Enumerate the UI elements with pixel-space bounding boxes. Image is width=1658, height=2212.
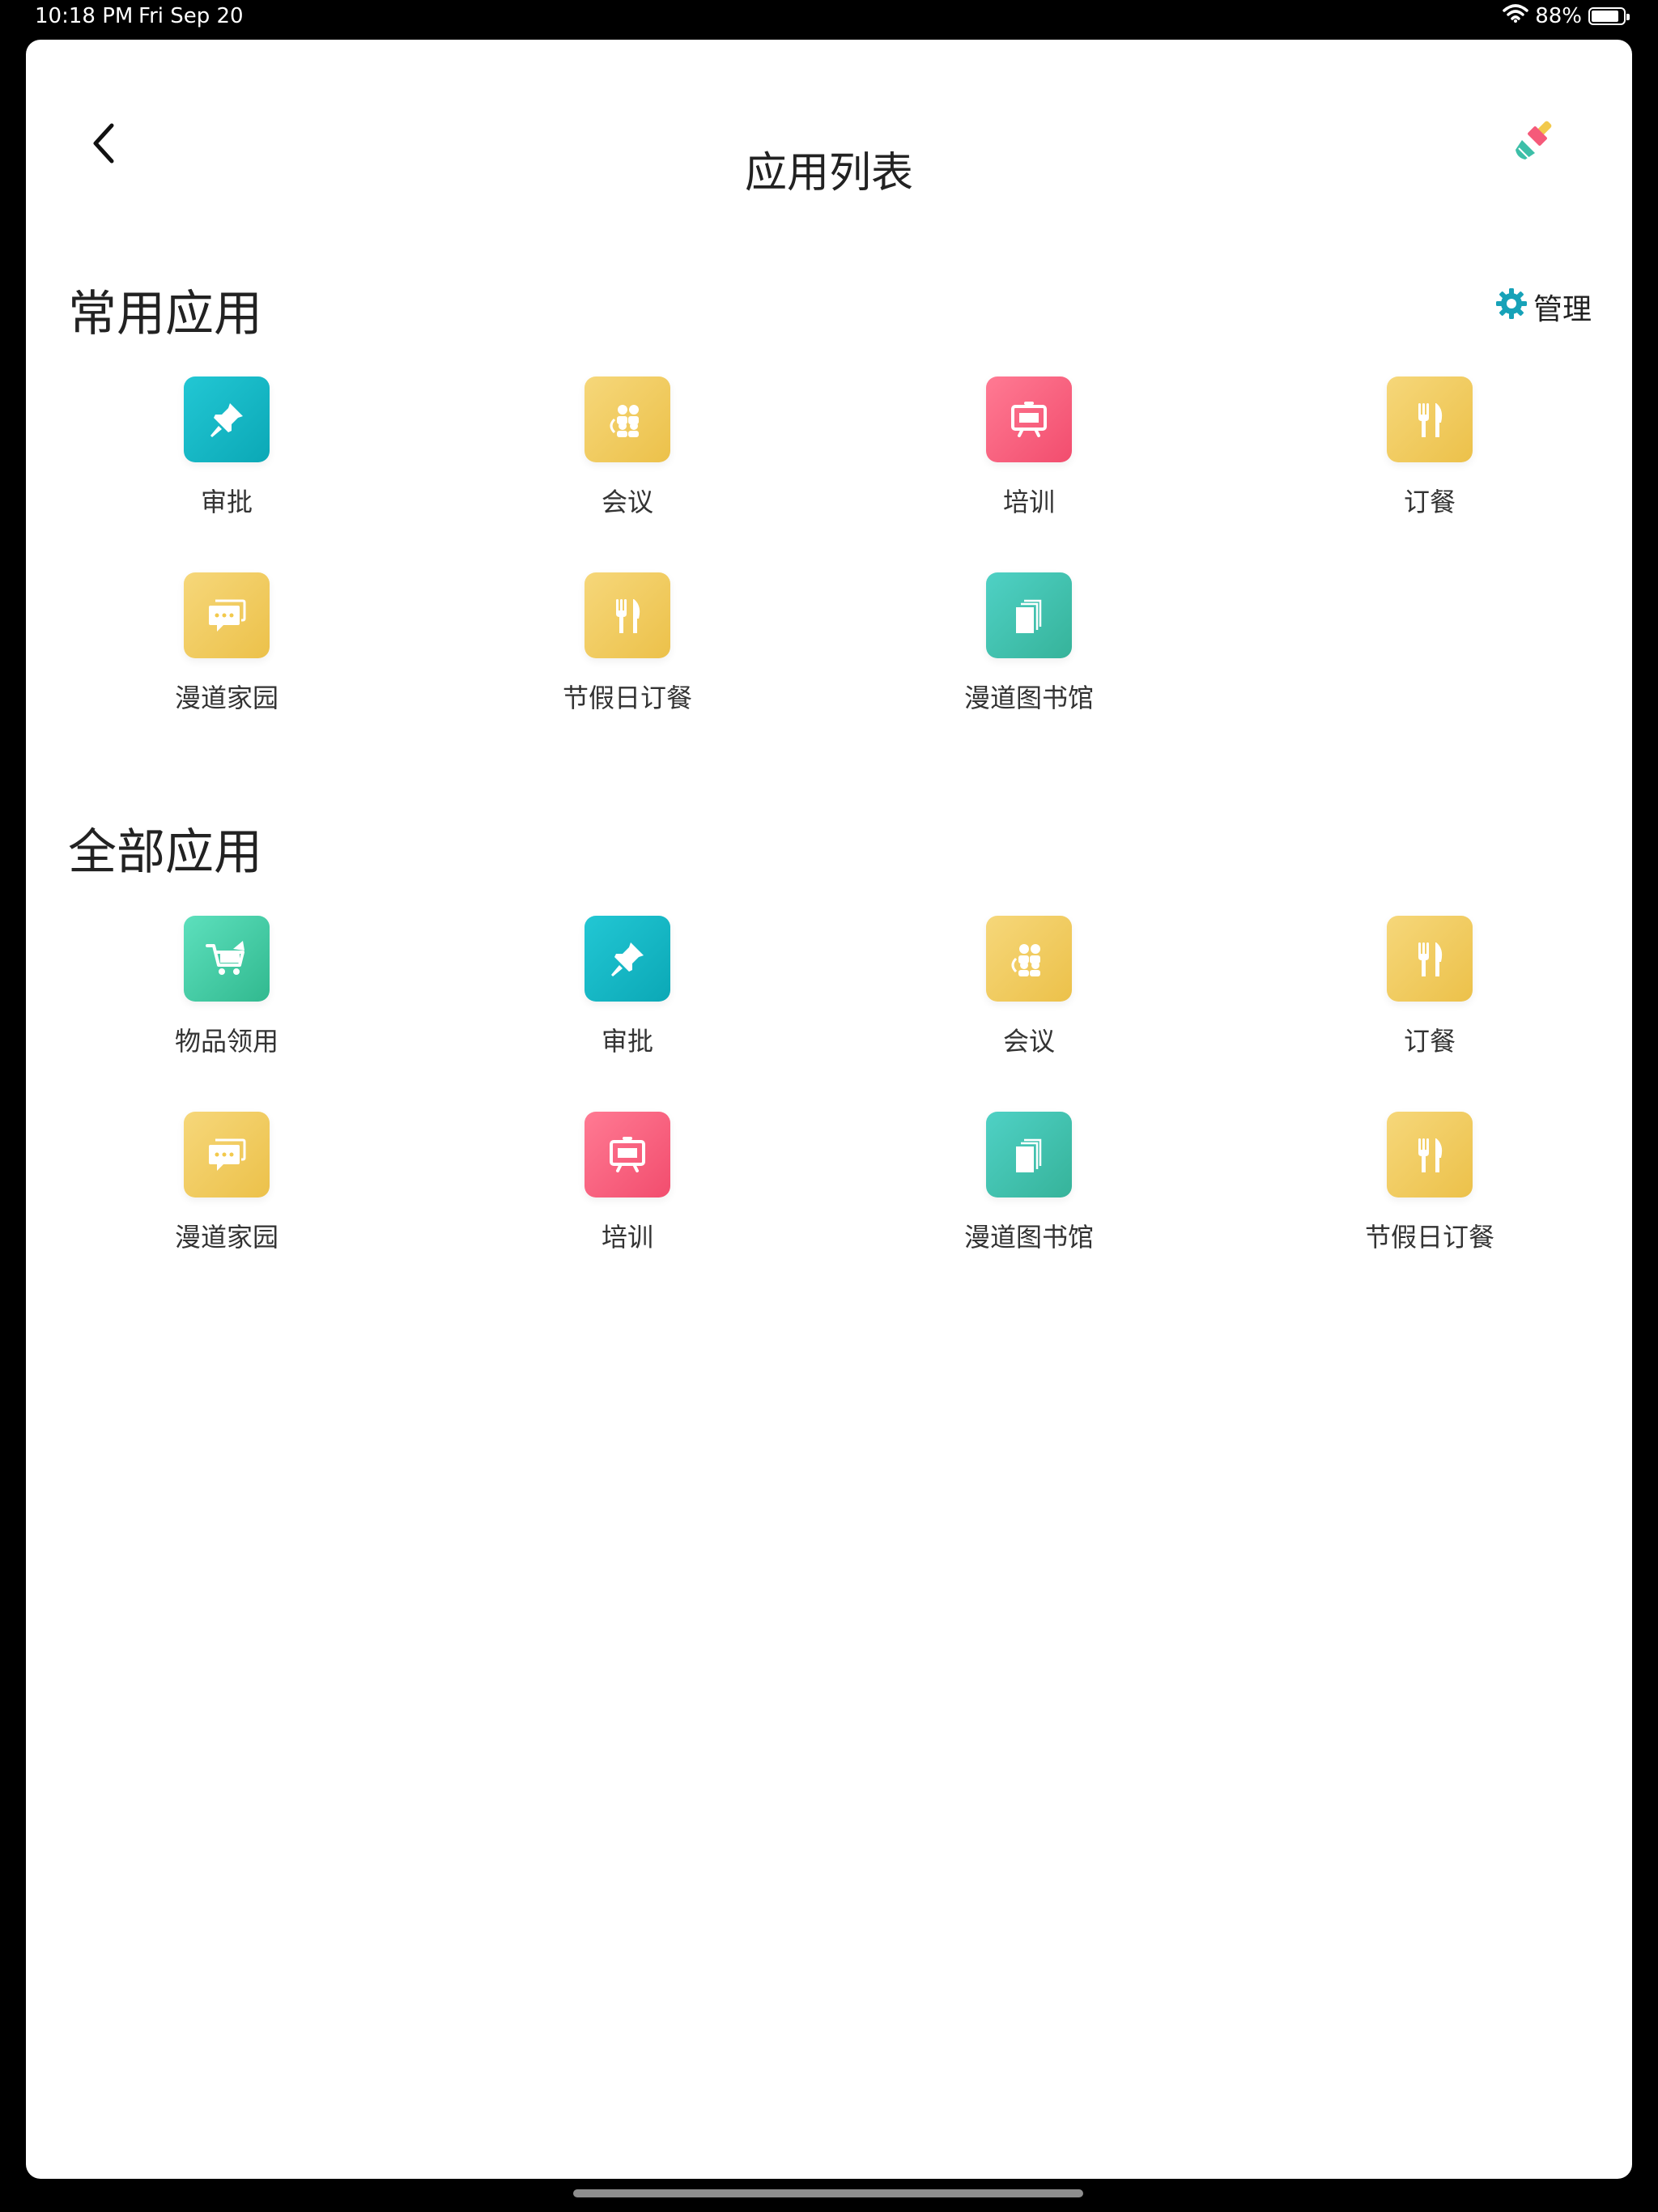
- status-indicators: 88%: [1503, 2, 1630, 31]
- status-bar: 10:18 PM Fri Sep 20 88%: [0, 0, 1658, 34]
- app-label: 节假日订餐: [1364, 1222, 1494, 1253]
- app-item[interactable]: 节假日订餐: [522, 572, 733, 715]
- section-title-common: 常用应用: [68, 286, 262, 342]
- pin-icon: [585, 916, 670, 1002]
- utensils-icon: [1387, 376, 1473, 462]
- status-date: Fri Sep 20: [138, 4, 244, 28]
- chat-icon: [184, 1112, 270, 1197]
- app-label: 漫道家园: [174, 1222, 278, 1253]
- utensils-icon: [1387, 916, 1473, 1002]
- app-item[interactable]: 订餐: [1324, 916, 1535, 1058]
- meeting-icon: [585, 376, 670, 462]
- app-item[interactable]: 审批: [121, 376, 332, 519]
- app-label: 订餐: [1403, 1026, 1456, 1057]
- app-item[interactable]: 订餐: [1324, 376, 1535, 519]
- wifi-icon: [1503, 3, 1528, 29]
- app-item[interactable]: 培训: [522, 1112, 733, 1254]
- app-item[interactable]: 审批: [522, 916, 733, 1058]
- home-indicator[interactable]: [573, 2189, 1083, 2197]
- app-item[interactable]: 会议: [522, 376, 733, 519]
- easel-icon: [986, 376, 1072, 462]
- battery-percent: 88%: [1535, 4, 1582, 28]
- pin-icon: [184, 376, 270, 462]
- app-item[interactable]: 物品领用: [121, 916, 332, 1058]
- utensils-icon: [1387, 1112, 1473, 1197]
- app-label: 培训: [601, 1222, 653, 1253]
- app-label: 节假日订餐: [562, 683, 692, 713]
- battery-level: [1592, 11, 1618, 22]
- app-item[interactable]: 漫道家园: [121, 572, 332, 715]
- app-item[interactable]: 漫道家园: [121, 1112, 332, 1254]
- app-label: 培训: [1002, 487, 1055, 517]
- app-label: 会议: [601, 487, 653, 517]
- battery-cap: [1626, 14, 1630, 20]
- app-item[interactable]: 节假日订餐: [1324, 1112, 1535, 1254]
- app-label: 会议: [1002, 1026, 1055, 1057]
- manage-button[interactable]: 管理: [1494, 286, 1592, 328]
- brush-icon: [1511, 116, 1559, 168]
- app-label: 漫道图书馆: [963, 683, 1094, 713]
- page-title: 应用列表: [744, 149, 913, 198]
- easel-icon: [585, 1112, 670, 1197]
- utensils-icon: [585, 572, 670, 658]
- app-label: 物品领用: [174, 1026, 278, 1057]
- status-time: 10:18 PM: [35, 4, 134, 28]
- app-label: 审批: [200, 487, 253, 517]
- meeting-icon: [986, 916, 1072, 1002]
- chat-icon: [184, 572, 270, 658]
- battery-icon: [1588, 7, 1630, 25]
- app-label: 漫道图书馆: [963, 1222, 1094, 1253]
- app-item[interactable]: 培训: [924, 376, 1134, 519]
- app-label: 审批: [601, 1026, 653, 1057]
- clear-cache-button[interactable]: [1503, 109, 1567, 174]
- cart-icon: [184, 916, 270, 1002]
- section-title-all: 全部应用: [68, 824, 262, 881]
- book-icon: [986, 1112, 1072, 1197]
- app-item[interactable]: 漫道图书馆: [924, 572, 1134, 715]
- app-list-sheet: 应用列表 常用应用 管理 审批 会议 培训 订餐 漫道家园 节假日订餐 漫道图书…: [26, 40, 1632, 2179]
- book-icon: [986, 572, 1072, 658]
- gear-icon: [1494, 287, 1528, 328]
- app-item[interactable]: 漫道图书馆: [924, 1112, 1134, 1254]
- app-item[interactable]: 会议: [924, 916, 1134, 1058]
- app-label: 订餐: [1403, 487, 1456, 517]
- manage-label: 管理: [1533, 293, 1592, 326]
- app-label: 漫道家园: [174, 683, 278, 713]
